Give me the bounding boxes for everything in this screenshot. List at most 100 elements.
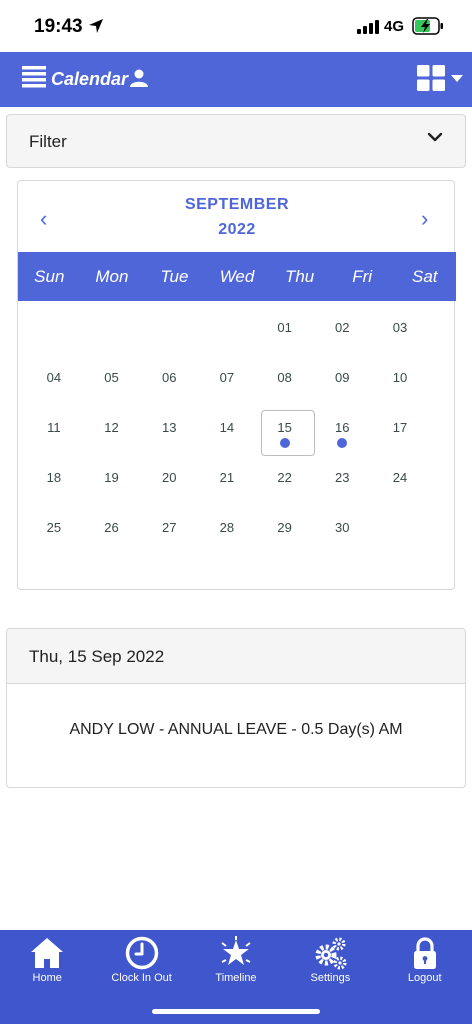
weekday-fri: Fri xyxy=(352,267,373,286)
calendar-day-number: 30 xyxy=(335,520,350,535)
calendar-day-number: 24 xyxy=(392,470,408,485)
calendar-day-number: 14 xyxy=(219,420,235,435)
weekday-wed: Wed xyxy=(219,267,255,286)
filter-label: Filter xyxy=(29,132,67,151)
battery-charging-icon xyxy=(412,17,443,35)
calendar-day-12[interactable]: 12 xyxy=(83,401,141,451)
calendar-empty-cell xyxy=(83,301,141,351)
weekday-sun: Sun xyxy=(34,267,65,286)
nav-timeline-label: Timeline xyxy=(215,972,257,984)
location-arrow-icon xyxy=(89,19,103,33)
calendar-day-03[interactable]: 03 xyxy=(371,301,429,351)
calendar-day-number: 06 xyxy=(161,370,177,385)
clock-icon xyxy=(125,936,158,970)
nav-clock-label: Clock In Out xyxy=(111,972,172,984)
home-indicator xyxy=(152,1009,320,1014)
calendar-day-10[interactable]: 10 xyxy=(371,351,429,401)
calendar-day-number: 02 xyxy=(335,320,350,335)
calendar-day-number: 16 xyxy=(335,420,350,435)
calendar-day-number: 27 xyxy=(161,520,177,535)
calendar-day-15[interactable]: 15 xyxy=(256,401,315,456)
calendar-day-number: 09 xyxy=(335,370,350,385)
calendar-day-23[interactable]: 23 xyxy=(313,451,371,501)
calendar-day-02[interactable]: 02 xyxy=(313,301,371,351)
weekday-sat: Sat xyxy=(411,267,438,286)
filter-dropdown[interactable]: Filter xyxy=(6,114,466,168)
app-header: Calendar xyxy=(0,52,472,107)
weekday-mon: Mon xyxy=(95,267,129,286)
nav-logout-label: Logout xyxy=(407,972,442,984)
status-bar: 19:43 4G xyxy=(0,0,472,52)
calendar-day-06[interactable]: 06 xyxy=(140,351,198,401)
calendar-day-30[interactable]: 30 xyxy=(313,501,371,551)
calendar-day-17[interactable]: 17 xyxy=(371,401,429,451)
event-description: ANDY LOW - ANNUAL LEAVE - 0.5 Day(s) AM xyxy=(69,721,403,738)
weekday-tue: Tue xyxy=(160,267,189,286)
calendar-day-07[interactable]: 07 xyxy=(198,351,256,401)
calendar-day-number: 05 xyxy=(104,370,119,385)
nav-home[interactable]: Home xyxy=(0,930,94,1024)
calendar-day-14[interactable]: 14 xyxy=(198,401,256,451)
grid-icon[interactable] xyxy=(417,65,445,91)
calendar-day-26[interactable]: 26 xyxy=(83,501,141,551)
calendar-day-04[interactable]: 04 xyxy=(25,351,83,401)
calendar-day-01[interactable]: 01 xyxy=(256,301,314,351)
user-icon[interactable] xyxy=(130,69,148,87)
caret-down-icon[interactable] xyxy=(451,75,463,83)
event-dot xyxy=(337,438,348,448)
calendar-day-number: 22 xyxy=(277,470,292,485)
calendar-day-22[interactable]: 22 xyxy=(256,451,314,501)
calendar-day-number: 23 xyxy=(335,470,350,485)
calendar-day-number: 03 xyxy=(392,320,408,335)
calendar-empty-cell xyxy=(198,301,256,351)
calendar-day-number: 01 xyxy=(277,320,292,335)
calendar-day-number: 20 xyxy=(161,470,177,485)
calendar-day-number: 04 xyxy=(46,370,62,385)
nav-settings-label: Settings xyxy=(310,972,351,984)
calendar-day-16[interactable]: 16 xyxy=(313,401,371,451)
calendar-day-08[interactable]: 08 xyxy=(256,351,314,401)
calendar-day-28[interactable]: 28 xyxy=(198,501,256,551)
calendar-day-24[interactable]: 24 xyxy=(371,451,429,501)
calendar-week-row: 01 02 03 xyxy=(18,301,456,351)
day-grid: 01 02 03 04 05 06 07 08 09 10 11 12 13 14 15 16 17 18 19 20… xyxy=(18,301,456,551)
calendar-day-number: 10 xyxy=(392,370,408,385)
calendar-day-25[interactable]: 25 xyxy=(25,501,83,551)
calendar-day-number: 11 xyxy=(47,420,61,435)
menu-icon[interactable] xyxy=(22,64,46,88)
calendar-day-number: 25 xyxy=(46,520,62,535)
calendar-empty-cell xyxy=(371,501,429,551)
calendar-day-13[interactable]: 13 xyxy=(140,401,198,451)
calendar-month: SEPTEMBER xyxy=(184,196,290,213)
calendar-week-row: 04 05 06 07 08 09 10 xyxy=(18,351,456,401)
calendar-day-18[interactable]: 18 xyxy=(25,451,83,501)
star-icon xyxy=(221,936,251,965)
calendar-day-number: 12 xyxy=(104,420,119,435)
calendar-day-29[interactable]: 29 xyxy=(256,501,314,551)
calendar-day-21[interactable]: 21 xyxy=(198,451,256,501)
network-label: 4G xyxy=(384,18,405,35)
nav-logout[interactable]: Logout xyxy=(378,930,472,1024)
event-date-heading: Thu, 15 Sep 2022 xyxy=(7,629,465,684)
calendar-day-20[interactable]: 20 xyxy=(140,451,198,501)
calendar-day-27[interactable]: 27 xyxy=(140,501,198,551)
calendar-day-number: 13 xyxy=(161,420,177,435)
home-icon xyxy=(31,938,64,968)
lock-icon xyxy=(413,937,436,969)
calendar-week-row: 11 12 13 14 15 16 17 xyxy=(18,401,456,456)
calendar-day-11[interactable]: 11 xyxy=(25,401,83,451)
status-time: 19:43 xyxy=(34,16,83,37)
calendar-empty-cell xyxy=(25,301,83,351)
calendar-day-09[interactable]: 09 xyxy=(313,351,371,401)
calendar-week-row: 25 26 27 28 29 30 xyxy=(18,501,456,551)
calendar-day-19[interactable]: 19 xyxy=(83,451,141,501)
next-month-button[interactable]: › xyxy=(421,206,428,232)
calendar-day-number: 26 xyxy=(104,520,119,535)
gears-icon xyxy=(315,937,347,970)
calendar-day-number: 19 xyxy=(104,470,119,485)
event-dot xyxy=(279,438,290,448)
calendar-day-number: 28 xyxy=(219,520,235,535)
weekday-thu: Thu xyxy=(284,267,315,286)
calendar-year: 2022 xyxy=(218,221,256,238)
calendar-day-05[interactable]: 05 xyxy=(83,351,141,401)
